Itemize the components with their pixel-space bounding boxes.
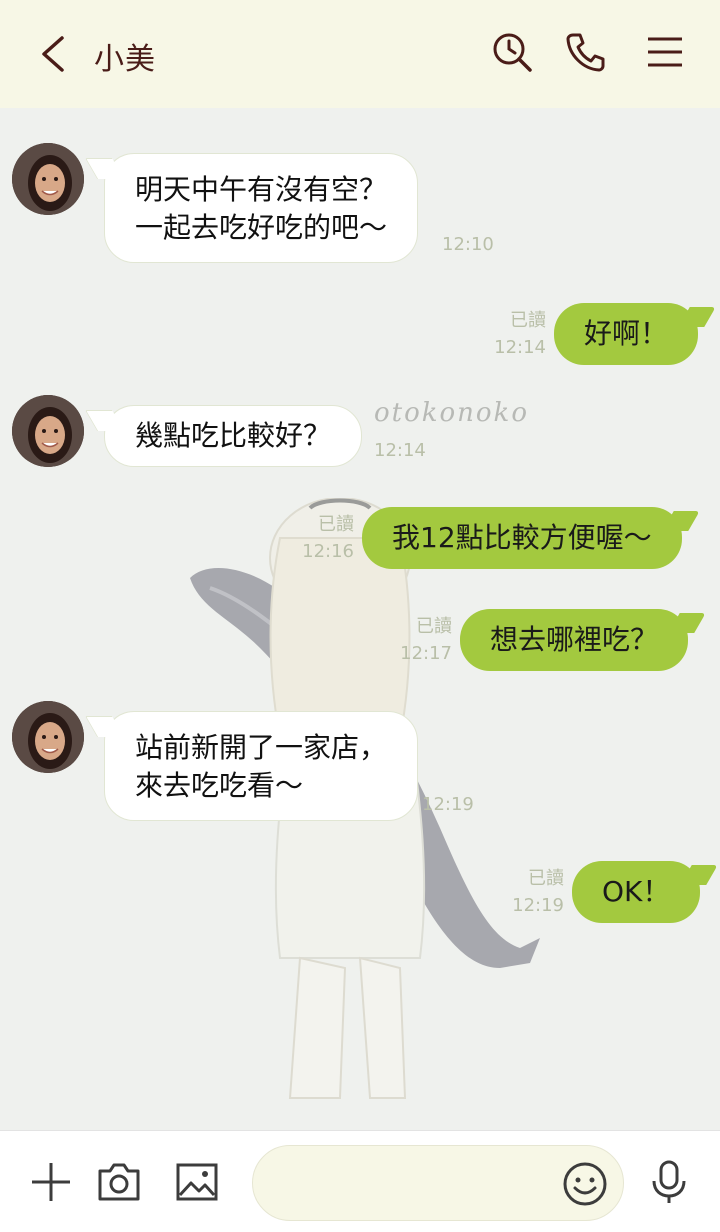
message-text-line: 來去吃吃看～ xyxy=(135,769,304,802)
incoming-message-bubble[interactable]: 明天中午有沒有空？ 一起去吃好吃的吧～ xyxy=(104,153,419,263)
plus-icon[interactable] xyxy=(28,1159,74,1205)
message-compose-bar xyxy=(0,1130,720,1232)
message-time: 12:14 xyxy=(374,440,426,461)
microphone-icon[interactable] xyxy=(646,1159,692,1205)
message-text-line: 幾點吃比較好？ xyxy=(135,419,332,452)
camera-icon[interactable] xyxy=(96,1159,142,1205)
read-receipt: 已讀 xyxy=(416,616,452,637)
wallpaper-watermark: otokonoko xyxy=(374,398,529,428)
chat-header: 小美 xyxy=(0,0,720,108)
message-text-line: 站前新開了一家店， xyxy=(135,731,388,764)
outgoing-message-bubble[interactable]: 想去哪裡吃？ xyxy=(460,609,689,671)
phone-icon[interactable] xyxy=(564,30,608,74)
message-time: 12:10 xyxy=(442,234,494,255)
read-receipt: 已讀 xyxy=(510,310,546,331)
message-text-line: 明天中午有沒有空？ xyxy=(135,173,388,206)
emoji-icon[interactable] xyxy=(561,1160,609,1208)
message-time: 12:14 xyxy=(494,337,546,358)
incoming-message-bubble[interactable]: 站前新開了一家店， 來去吃吃看～ xyxy=(104,711,419,821)
message-text-line: 想去哪裡吃？ xyxy=(490,623,659,656)
search-clock-icon[interactable] xyxy=(490,30,534,74)
contact-avatar[interactable] xyxy=(12,701,84,773)
chat-area[interactable]: otokonoko 明天中午有沒有空？ 一起去吃好吃的吧～ 12:10 已讀 1… xyxy=(0,108,720,1130)
outgoing-message-bubble[interactable]: OK！ xyxy=(572,861,701,923)
read-receipt: 已讀 xyxy=(318,514,354,535)
message-time: 12:19 xyxy=(422,794,474,815)
message-time: 12:16 xyxy=(302,541,354,562)
message-text-line: 好啊！ xyxy=(584,317,669,350)
message-time: 12:17 xyxy=(400,643,452,664)
message-input[interactable] xyxy=(277,1164,557,1204)
message-input-container[interactable] xyxy=(252,1145,624,1221)
read-receipt: 已讀 xyxy=(528,868,564,889)
outgoing-message-bubble[interactable]: 好啊！ xyxy=(554,303,699,365)
back-icon[interactable] xyxy=(36,34,70,74)
image-icon[interactable] xyxy=(174,1159,220,1205)
incoming-message-bubble[interactable]: 幾點吃比較好？ xyxy=(104,405,363,467)
message-text-line: 我12點比較方便喔～ xyxy=(392,521,652,554)
message-text-line: OK！ xyxy=(602,875,671,908)
contact-avatar[interactable] xyxy=(12,143,84,215)
message-text-line: 一起去吃好吃的吧～ xyxy=(135,211,388,244)
outgoing-message-bubble[interactable]: 我12點比較方便喔～ xyxy=(362,507,682,569)
menu-icon[interactable] xyxy=(644,30,688,74)
contact-avatar[interactable] xyxy=(12,395,84,467)
chat-title: 小美 xyxy=(94,42,156,77)
message-time: 12:19 xyxy=(512,895,564,916)
